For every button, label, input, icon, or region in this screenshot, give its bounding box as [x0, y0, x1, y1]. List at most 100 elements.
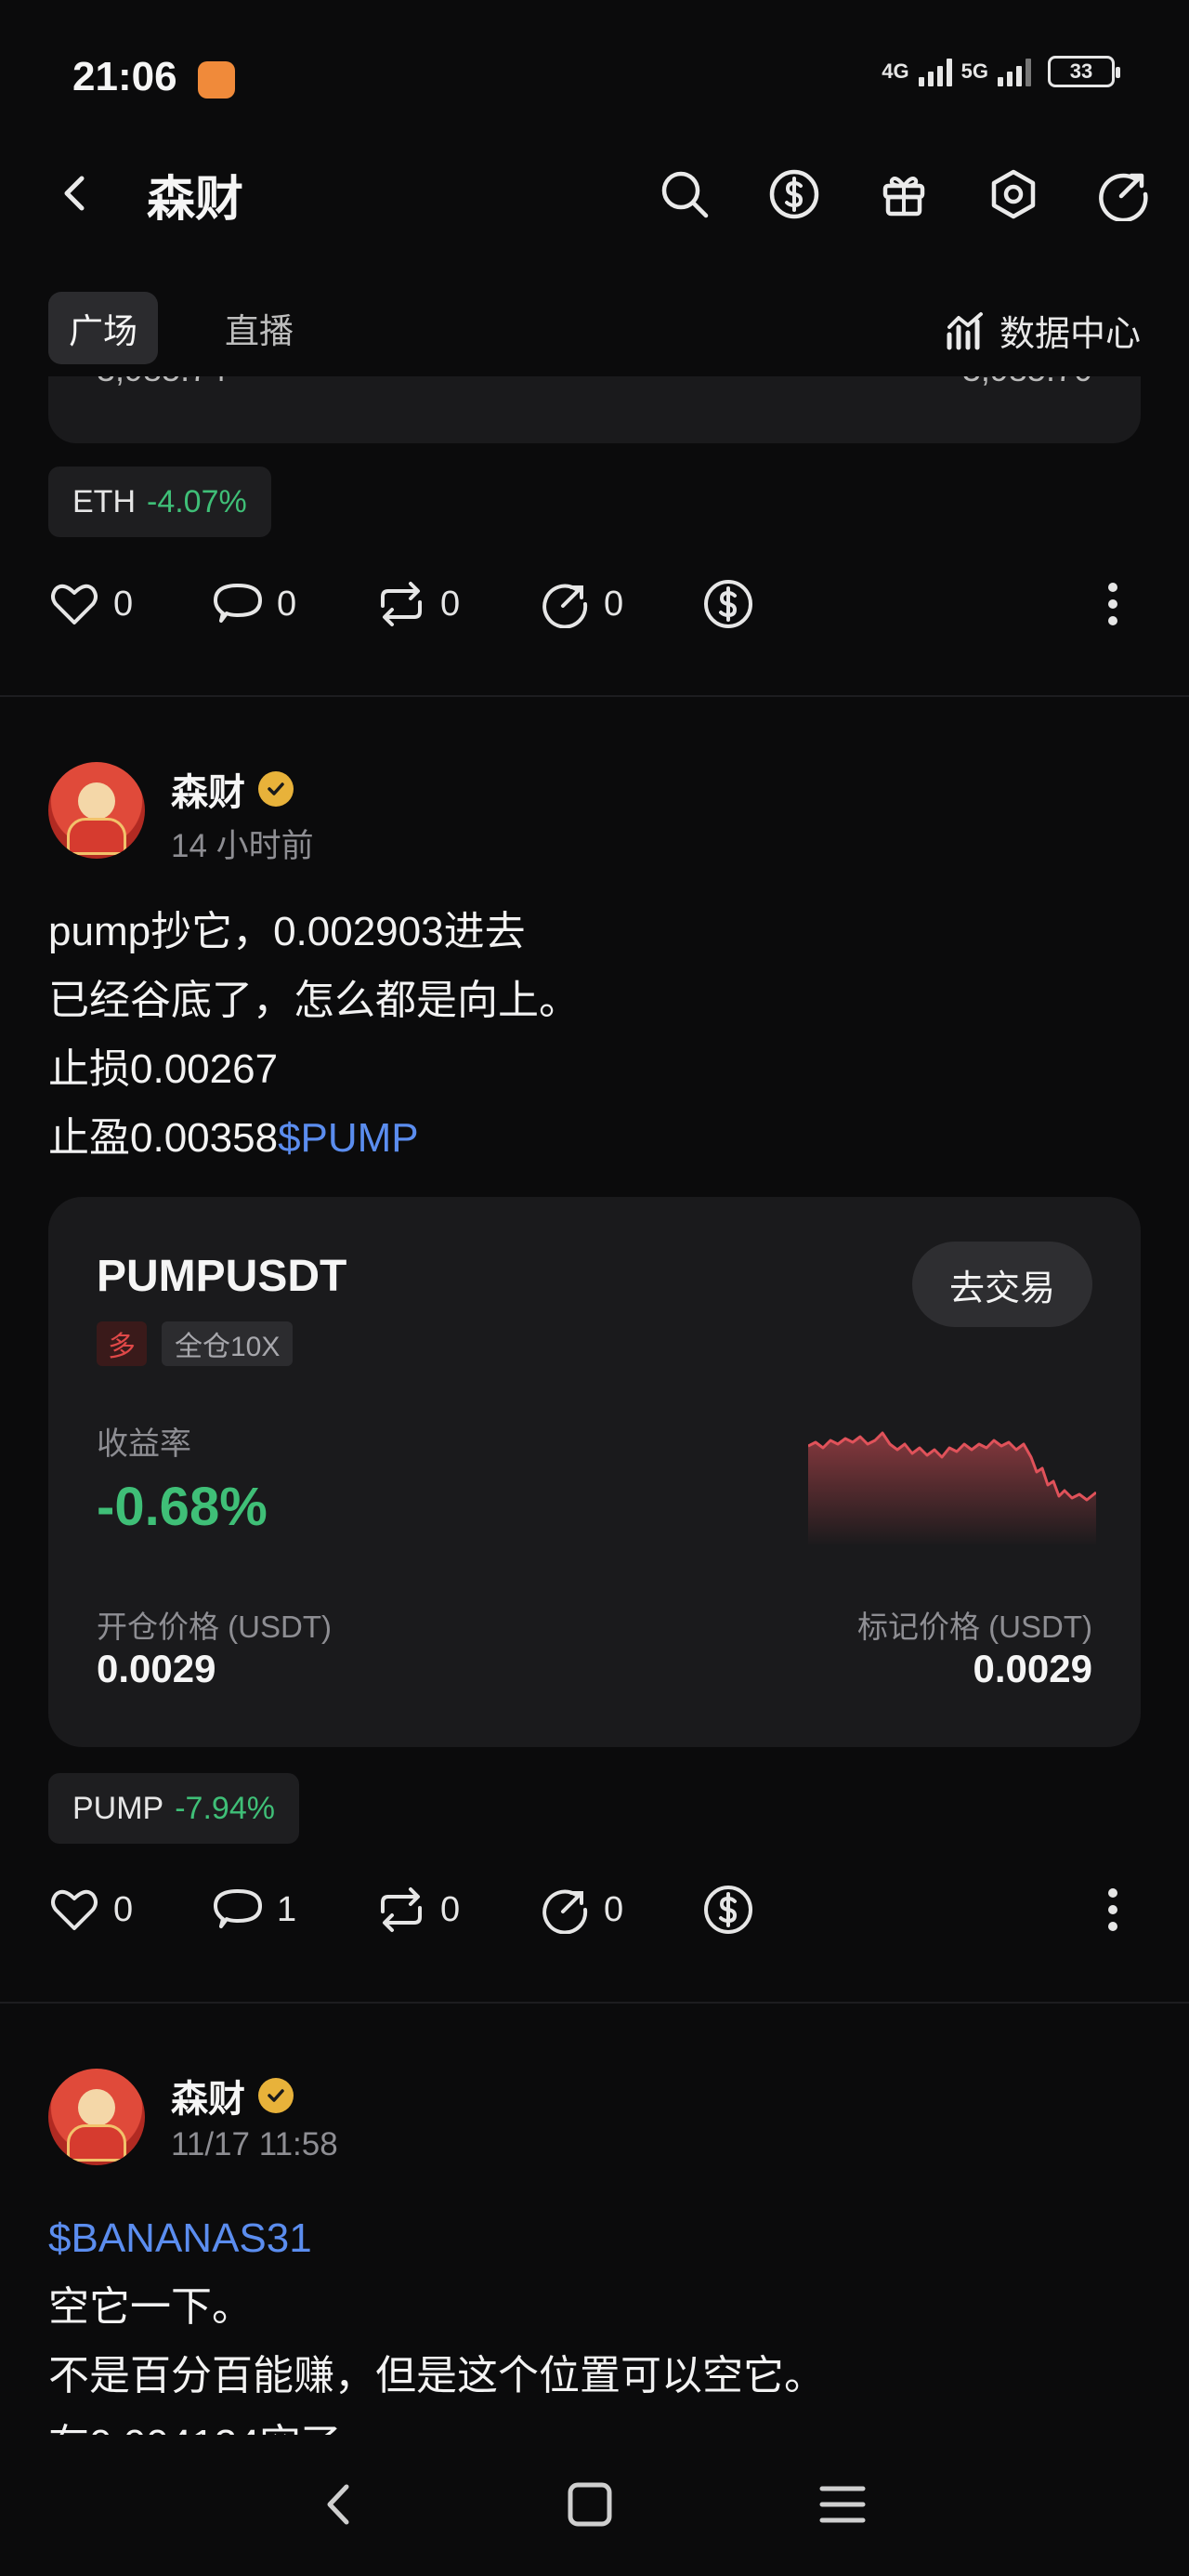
more-vertical-icon [1108, 583, 1117, 625]
battery-icon: 33 [1048, 56, 1120, 87]
comment-icon [214, 584, 262, 623]
previous-card-value-left: 3,985.74 [97, 376, 227, 389]
search-icon [661, 171, 709, 218]
notification-app-icon [198, 61, 235, 99]
post-line: 止损0.00267 [48, 1046, 279, 1092]
post-body: pump抄它，0.002903进去 已经谷底了，怎么都是向上。 止损0.0026… [48, 898, 1141, 1173]
tip-button[interactable] [762, 162, 827, 227]
chart-icon [947, 311, 983, 349]
dollar-circle-icon [704, 1886, 752, 1934]
comment-count: 0 [277, 584, 297, 624]
system-home-button[interactable] [557, 2472, 622, 2537]
position-side-badge: 多 [97, 1321, 147, 1366]
leverage-badge: 全仓10X [162, 1321, 294, 1366]
data-center-link[interactable]: 数据中心 [946, 305, 1141, 356]
page-title: 森财 [147, 173, 244, 227]
go-trade-button[interactable]: 去交易 [911, 1242, 1092, 1327]
like-button[interactable]: 0 [48, 580, 212, 628]
more-button[interactable] [1085, 576, 1141, 632]
system-nav-bar [0, 2435, 1189, 2576]
post-time: 11/17 11:58 [171, 2126, 338, 2162]
status-bar: 21:06 4G 5G 33 [0, 0, 1189, 139]
tip-post-button[interactable] [702, 1884, 866, 1936]
post-line: 已经谷底了，怎么都是向上。 [48, 978, 580, 1023]
battery-level: 33 [1069, 59, 1093, 83]
trading-pair: PUMPUSDT [97, 1252, 347, 1301]
post-actions: 0 1 0 0 [48, 1873, 1141, 1947]
repost-button[interactable]: 0 [375, 1886, 539, 1934]
pump-ticker-tag[interactable]: PUMP -7.94% [48, 1773, 299, 1844]
network-5g-label: 5G [960, 59, 988, 83]
author-name[interactable]: 森财 [171, 762, 294, 816]
repost-icon [381, 1887, 422, 1932]
verified-badge-icon [258, 2078, 294, 2113]
tip-post-button[interactable] [702, 578, 866, 630]
share-button[interactable] [1091, 162, 1156, 227]
chevron-left-icon [327, 2484, 349, 2525]
price-sparkline [808, 1431, 1096, 1546]
comment-icon [214, 1889, 262, 1928]
post-line: 在0.004124空了 [48, 2411, 1141, 2435]
settings-button[interactable] [981, 162, 1046, 227]
open-price-value: 0.0029 [97, 1647, 216, 1690]
share-post-button[interactable]: 0 [539, 580, 702, 628]
author-name[interactable]: 森财 [171, 2069, 294, 2123]
like-button[interactable]: 0 [48, 1886, 212, 1934]
post-time: 14 小时前 [171, 828, 314, 864]
repost-count: 0 [440, 584, 461, 624]
comment-button[interactable]: 0 [212, 580, 375, 628]
heart-icon [51, 1889, 98, 1930]
square-icon [568, 2482, 612, 2527]
eth-ticker-tag[interactable]: ETH -4.07% [48, 467, 271, 537]
comment-count: 1 [277, 1889, 297, 1929]
system-back-button[interactable] [307, 2472, 372, 2537]
repost-icon [381, 582, 422, 626]
author-label: 森财 [171, 2079, 245, 2120]
yield-label: 收益率 [97, 1426, 191, 1462]
mark-price-value: 0.0029 [973, 1647, 1092, 1690]
mark-price-label: 标记价格 (USDT) [857, 1610, 1092, 1644]
status-indicators: 4G 5G 33 [882, 56, 1120, 87]
share-icon [542, 1889, 588, 1934]
avatar[interactable] [48, 762, 145, 859]
post-line: 止盈0.00358$PUMP [48, 1104, 1141, 1173]
top-nav: 森财 [0, 139, 1189, 246]
tab-square[interactable]: 广场 [48, 292, 158, 364]
avatar[interactable] [48, 2069, 145, 2165]
system-menu-button[interactable] [810, 2472, 875, 2537]
tab-live[interactable]: 直播 [204, 292, 314, 364]
comment-button[interactable]: 1 [212, 1886, 375, 1934]
nav-actions [652, 162, 1156, 227]
post-header: 森财 11/17 11:58 [48, 2069, 1141, 2171]
post-header: 森财 14 小时前 [48, 762, 1141, 864]
tag-change: -7.94% [175, 1790, 275, 1826]
post-divider [0, 2002, 1189, 2004]
gift-icon [882, 177, 925, 217]
post-line-text: 止盈0.00358 [48, 1115, 279, 1161]
network-4g-label: 4G [882, 59, 909, 83]
post-line: 不是百分百能赚，但是这个位置可以空它。 [48, 2353, 825, 2399]
data-center-label: 数据中心 [999, 315, 1141, 354]
search-button[interactable] [652, 162, 717, 227]
verified-badge-icon [258, 771, 294, 807]
post-line: pump抄它，0.002903进去 [48, 909, 526, 954]
share-count: 0 [604, 1889, 624, 1929]
tag-symbol: PUMP [72, 1790, 164, 1826]
more-vertical-icon [1108, 1888, 1117, 1931]
repost-button[interactable]: 0 [375, 580, 539, 628]
back-button[interactable] [46, 165, 102, 221]
menu-icon [819, 2486, 866, 2523]
more-button[interactable] [1085, 1882, 1141, 1938]
share-post-button[interactable]: 0 [539, 1886, 702, 1934]
signal-icon [998, 57, 1031, 86]
yield-value: -0.68% [97, 1477, 268, 1537]
post-body: $BANANAS31 空它一下。 不是百分百能赚，但是这个位置可以空它。 在0.… [48, 2204, 1141, 2435]
cashtag-link[interactable]: $BANANAS31 [48, 2204, 1141, 2273]
gift-button[interactable] [871, 162, 936, 227]
chevron-left-icon [64, 176, 85, 211]
cashtag-link[interactable]: $PUMP [278, 1115, 419, 1161]
trade-card[interactable]: PUMPUSDT 多 全仓10X 去交易 收益率 -0.68% 开仓价格 (US… [48, 1197, 1141, 1747]
previous-post-actions: 0 0 0 0 [48, 567, 1141, 641]
post-line: 空它一下。 [48, 2284, 253, 2330]
dollar-circle-icon [704, 580, 752, 628]
